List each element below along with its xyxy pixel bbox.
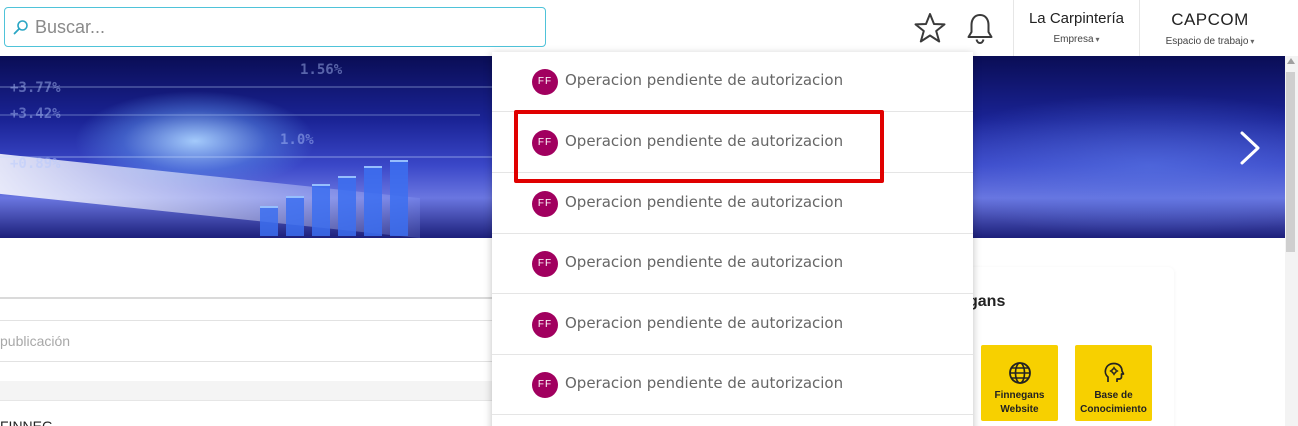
notifications-dropdown: FF Operacion pendiente de autorizacion F…	[492, 52, 973, 426]
workspace-selector[interactable]: CAPCOM Espacio de trabajo ▾	[1140, 0, 1280, 56]
avatar: FF	[532, 69, 558, 95]
finnegans-website-tile[interactable]: Finnegans Website	[981, 345, 1058, 421]
links-panel-title: gans	[968, 293, 1006, 310]
search-input[interactable]	[35, 14, 535, 40]
notification-text: Operacion pendiente de autorizacion	[565, 132, 844, 150]
page-scrollbar[interactable]	[1285, 56, 1298, 426]
publication-input-row[interactable]: publicación	[0, 320, 495, 362]
notification-text: Operacion pendiente de autorizacion	[565, 314, 844, 332]
divider	[0, 297, 495, 299]
banner-next-arrow-icon[interactable]	[1238, 130, 1262, 166]
main-content: publicación FINNEG	[0, 238, 495, 426]
scroll-up-icon[interactable]	[1287, 58, 1295, 64]
links-panel: gans Finnegans Website Base de Conocimie…	[960, 267, 1174, 426]
section-heading: FINNEG	[0, 418, 53, 426]
knowledge-base-tile[interactable]: Base de Conocimiento	[1075, 345, 1152, 421]
chevron-down-icon: ▾	[1095, 35, 1100, 44]
avatar: FF	[532, 191, 558, 217]
company-name: La Carpintería	[1028, 10, 1125, 27]
scrollbar-thumb[interactable]	[1286, 72, 1295, 252]
company-selector[interactable]: La Carpintería Empresa ▾	[1014, 0, 1139, 56]
notification-item[interactable]: FF Operacion pendiente de autorizacion	[492, 174, 973, 234]
notification-text: Operacion pendiente de autorizacion	[565, 253, 844, 271]
section-strip	[0, 381, 495, 401]
search-box[interactable]	[4, 7, 546, 47]
notification-item[interactable]: FF Operacion pendiente de autorizacion	[492, 295, 973, 355]
search-icon	[13, 20, 28, 35]
notification-text: Operacion pendiente de autorizacion	[565, 193, 844, 211]
avatar: FF	[532, 251, 558, 277]
avatar: FF	[532, 130, 558, 156]
page: +3.77% +3.42% 1.56% 1.0% +0.89% publicac…	[0, 0, 1298, 426]
workspace-label: Espacio de trabajo ▾	[1165, 36, 1255, 47]
workspace-name: CAPCOM	[1171, 10, 1249, 29]
bell-icon[interactable]	[964, 12, 996, 46]
notification-item[interactable]: FF Operacion pendiente de autorizacion	[492, 355, 973, 415]
notification-text: Operacion pendiente de autorizacion	[565, 71, 844, 89]
star-icon[interactable]	[913, 12, 947, 44]
chevron-down-icon: ▾	[1250, 37, 1255, 46]
globe-icon	[1008, 362, 1031, 384]
notification-item[interactable]: FF Operacion pendiente de autorizacion	[492, 234, 973, 294]
company-label: Empresa ▾	[1053, 34, 1100, 45]
notification-text: Operacion pendiente de autorizacion	[565, 374, 844, 392]
notification-item[interactable]: FF Operacion pendiente de autorizacion	[492, 113, 973, 173]
top-bar: La Carpintería Empresa▾ CAPCOM Espacio d…	[0, 0, 1298, 56]
avatar: FF	[532, 372, 558, 398]
head-gear-icon	[1103, 362, 1124, 382]
publication-placeholder: publicación	[0, 333, 71, 349]
tile-label: Base de Conocimiento	[1080, 390, 1147, 415]
avatar: FF	[532, 312, 558, 338]
notification-item[interactable]: FF Operacion pendiente de autorizacion	[492, 52, 973, 112]
tile-label: Finnegans Website	[994, 390, 1045, 415]
